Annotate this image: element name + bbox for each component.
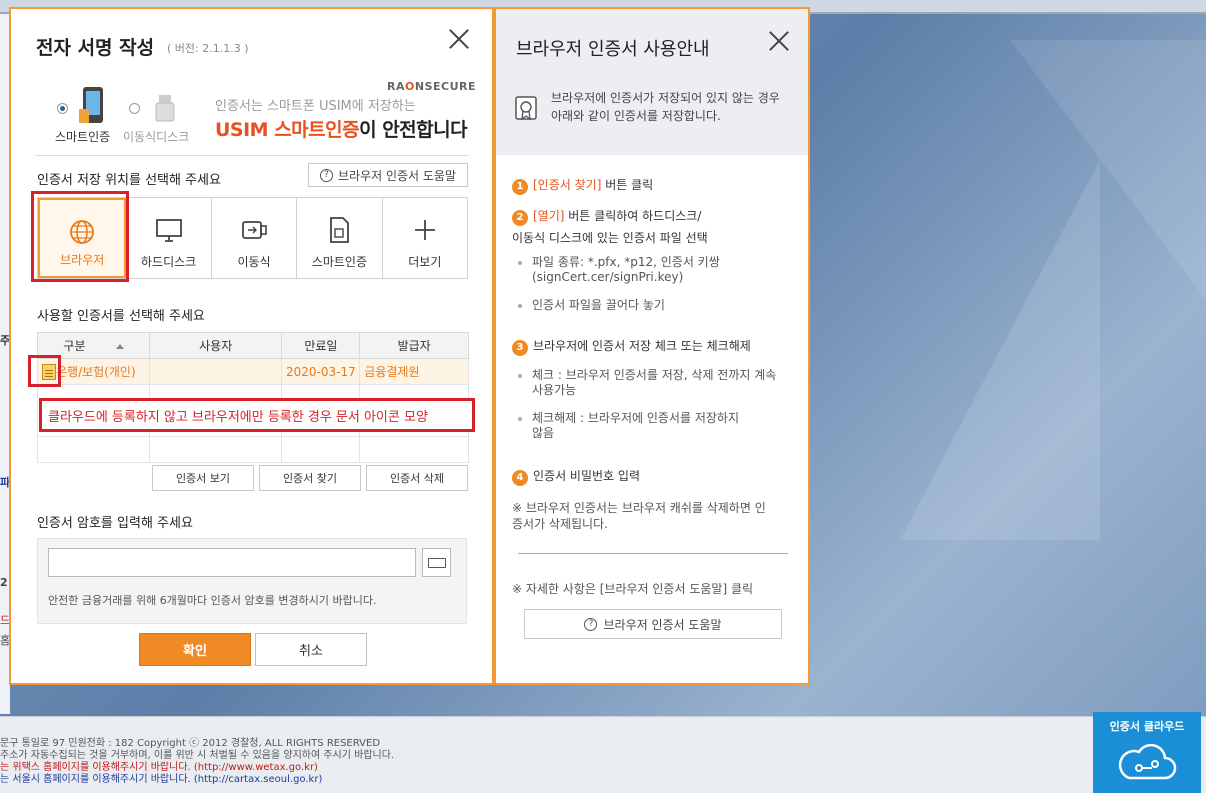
virtual-keyboard-button[interactable] (422, 548, 451, 577)
smart-auth-label: 스마트인증 (55, 130, 111, 144)
view-cert-button[interactable]: 인증서 보기 (152, 465, 254, 491)
browser-cert-help-button[interactable]: ? 브라우저 인증서 도움말 (308, 163, 468, 187)
guide-intro: 브라우저에 인증서가 저장되어 있지 않는 경우 아래와 같이 인증서를 저장합… (551, 91, 780, 123)
find-cert-button[interactable]: 인증서 찾기 (259, 465, 361, 491)
store-smart-auth[interactable]: 스마트인증 (297, 198, 383, 278)
help-button-label: 브라우저 인증서 도움말 (337, 168, 457, 183)
guide-step-2-line2: 이동식 디스크에 있는 인증서 파일 선택 (512, 231, 708, 245)
col-header-type[interactable]: 구분 (37, 332, 150, 359)
keyboard-icon (428, 558, 446, 568)
removable-disk-label: 이동식디스크 (123, 130, 190, 144)
guide-note-cache: ※ 브라우저 인증서는 브라우저 캐쉬를 삭제하면 인 증서가 삭제됩니다. (512, 501, 766, 531)
smart-auth-radio[interactable] (57, 103, 68, 114)
guide-note-help: ※ 자세한 사항은 [브라우저 인증서 도움말] 클릭 (512, 582, 754, 596)
col-header-user[interactable]: 사용자 (148, 332, 283, 359)
cancel-button[interactable]: 취소 (255, 633, 367, 666)
guide-bullet: 체크해제 : 브라우저에 인증서를 저장하지 않음 (518, 411, 739, 441)
password-input[interactable] (48, 548, 416, 577)
col-header-issuer[interactable]: 발급자 (359, 332, 469, 359)
guide-step-4: 4 인증서 비밀번호 입력 (512, 467, 640, 486)
cell-type: 은행/보험(개인) (37, 358, 150, 385)
cell-user (148, 358, 283, 385)
certificate-icon (515, 96, 537, 121)
monitor-icon (155, 219, 182, 242)
guide-help-button[interactable]: ? 브라우저 인증서 도움말 (524, 609, 782, 639)
cert-list-title: 사용할 인증서를 선택해 주세요 (37, 309, 205, 324)
smartphone-icon (79, 87, 103, 123)
guide-step-1: 1 [인증서 찾기] 버튼 클릭 (512, 176, 653, 195)
usb-icon (242, 221, 267, 239)
store-removable-label: 이동식 (237, 255, 271, 269)
removable-disk-radio[interactable] (129, 103, 140, 114)
sim-card-icon (330, 217, 350, 243)
cell-issuer: 금융결제원 (359, 358, 469, 385)
store-harddisk-label: 하드디스크 (141, 255, 197, 269)
divider (35, 155, 469, 156)
annotation-callout: 클라우드에 등록하지 않고 브라우저에만 등록한 경우 문서 아이콘 모양 (39, 398, 475, 432)
cert-cloud-label: 인증서 클라우드 (1109, 720, 1185, 733)
guide-step-2: 2 [열기] 버튼 클릭하여 하드디스크/ (512, 207, 701, 226)
table-row-empty (37, 436, 469, 463)
ad-text-line2: USIM 스마트인증이 안전합니다 (215, 119, 468, 141)
store-more[interactable]: 더보기 (383, 198, 467, 278)
footer-cartax-link[interactable]: 는 서울시 홈페이지를 이용해주시기 바랍니다. (http://cartax.… (0, 770, 322, 785)
document-icon (42, 364, 56, 381)
divider (518, 553, 788, 554)
password-note: 안전한 금융거래를 위해 6개월마다 인증서 암호를 변경하시기 바랍니다. (48, 594, 377, 607)
raonsecure-logo: RAONSECURE (387, 80, 476, 93)
background-decoration (1010, 40, 1206, 300)
plus-icon (414, 220, 435, 240)
guide-help-label: 브라우저 인증서 도움말 (603, 617, 722, 632)
dialog-version: ( 버전: 2.1.1.3 ) (167, 42, 249, 55)
guide-step-3: 3 브라우저에 인증서 저장 체크 또는 체크해제 (512, 337, 751, 356)
store-removable[interactable]: 이동식 (212, 198, 298, 278)
cert-cloud-button[interactable]: 인증서 클라우드 (1093, 712, 1201, 793)
store-browser[interactable]: 브라우저 (38, 198, 127, 278)
table-row[interactable]: 은행/보험(개인) 2020-03-17 금융결제원 (37, 358, 469, 385)
storage-title: 인증서 저장 위치를 선택해 주세요 (37, 173, 221, 188)
delete-cert-button[interactable]: 인증서 삭제 (366, 465, 468, 491)
store-smart-auth-label: 스마트인증 (311, 255, 368, 269)
dialog-close-icon[interactable] (448, 28, 470, 50)
password-title: 인증서 암호를 입력해 주세요 (37, 516, 193, 531)
store-more-label: 더보기 (408, 255, 442, 269)
digital-signature-dialog: 전자 서명 작성 ( 버전: 2.1.1.3 ) 스마트인증 이동식디스크 RA… (9, 7, 494, 685)
sort-up-icon (115, 344, 124, 349)
ok-button[interactable]: 확인 (139, 633, 251, 666)
cell-expiry: 2020-03-17 (281, 358, 361, 385)
guide-bullet: 파일 종류: *.pfx, *p12, 인증서 키쌍 (signCert.cer/… (518, 255, 720, 285)
dialog-title: 전자 서명 작성 (36, 37, 155, 59)
question-icon: ? (319, 168, 333, 182)
store-harddisk[interactable]: 하드디스크 (126, 198, 212, 278)
password-panel: 안전한 금융거래를 위해 6개월마다 인증서 암호를 변경하시기 바랍니다. (37, 538, 467, 624)
guide-close-icon[interactable] (768, 30, 790, 52)
globe-icon (70, 220, 95, 244)
ad-text-line1: 인증서는 스마트폰 USIM에 저장하는 (215, 99, 416, 114)
guide-bullet: 체크 : 브라우저 인증서를 저장, 삭제 전까지 계속 사용가능 (518, 368, 776, 398)
cloud-icon (1118, 743, 1177, 780)
side-fragment: 2 (0, 576, 8, 589)
guide-header (496, 9, 808, 155)
question-icon: ? (584, 617, 598, 631)
store-browser-label: 브라우저 (60, 253, 105, 267)
background-footer: 문구 통일로 97 민원전화 : 182 Copyright ⓒ 2012 경찰… (0, 716, 1206, 793)
guide-bullet: 인증서 파일을 끌어다 놓기 (518, 298, 665, 313)
usb-drive-icon (155, 95, 175, 122)
guide-title: 브라우저 인증서 사용안내 (516, 39, 710, 60)
storage-options: 브라우저 하드디스크 이동식 스마트인증 더보기 (37, 197, 468, 279)
col-header-expiry[interactable]: 만료일 (281, 332, 361, 359)
browser-cert-guide-panel: 브라우저 인증서 사용안내 브라우저에 인증서가 저장되어 있지 않는 경우 아… (494, 7, 810, 685)
